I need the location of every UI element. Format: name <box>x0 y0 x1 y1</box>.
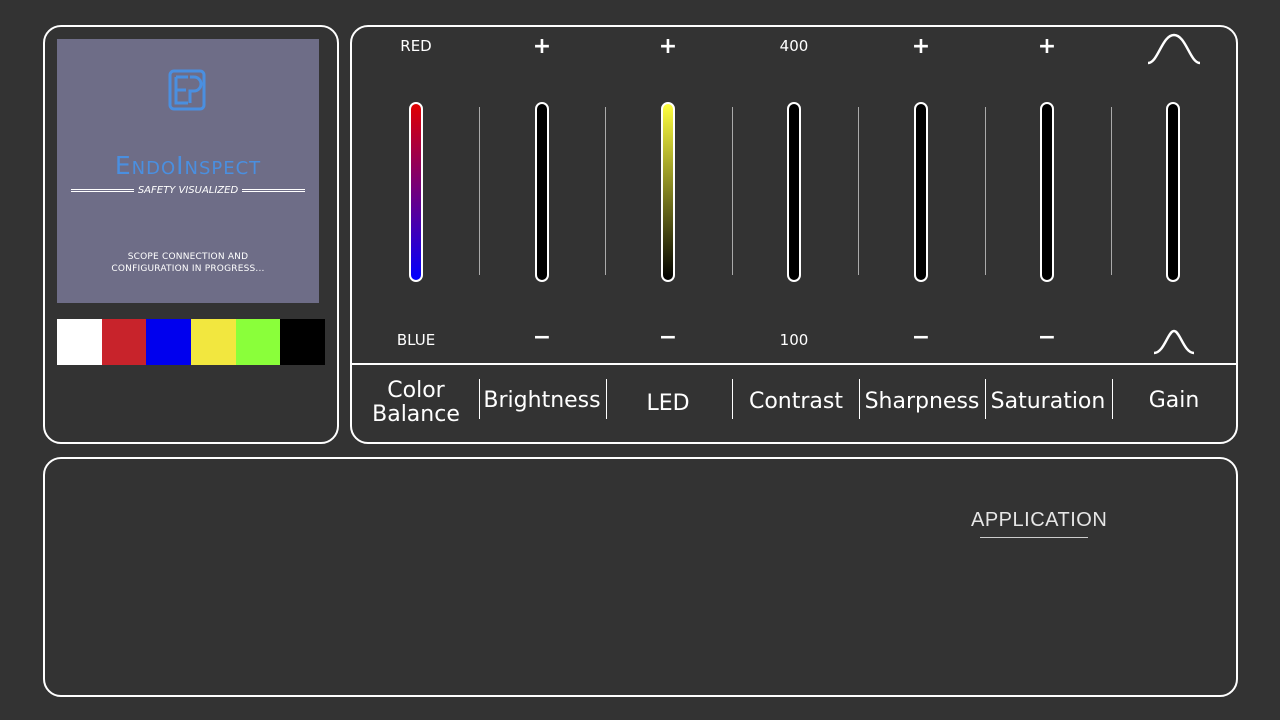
swatch-blue[interactable] <box>146 319 192 365</box>
led-plus-icon[interactable]: + <box>628 36 708 58</box>
saturation-slider[interactable] <box>1040 102 1054 282</box>
tagline-rule-left <box>71 188 134 192</box>
slider-divider <box>985 107 986 275</box>
led-label: LED <box>646 391 690 416</box>
contrast-top-label: 400 <box>779 37 809 55</box>
controls-panel: RED BLUE + − + − 400 100 + − + − Color Ba… <box>350 25 1238 444</box>
color-balance-top-label: RED <box>400 37 432 55</box>
sharpness-slider[interactable] <box>914 102 928 282</box>
controls-divider <box>352 363 1236 365</box>
application-underline <box>980 537 1088 538</box>
contrast-bottom-label: 100 <box>779 331 809 349</box>
brand-name: EndoInspect <box>114 151 262 180</box>
saturation-label: Saturation <box>990 389 1106 414</box>
slider-divider <box>732 107 733 275</box>
slider-divider <box>479 107 480 275</box>
gain-slider[interactable] <box>1166 102 1180 282</box>
status-text-line-1: SCOPE CONNECTION AND <box>127 252 249 262</box>
application-label[interactable]: APPLICATION <box>971 509 1107 532</box>
sharpness-label: Sharpness <box>864 389 980 414</box>
application-panel: APPLICATION <box>43 457 1238 697</box>
contrast-label: Contrast <box>748 389 843 414</box>
saturation-minus-icon[interactable]: − <box>1007 327 1087 349</box>
swatch-red[interactable] <box>101 319 147 365</box>
brightness-slider[interactable] <box>535 102 549 282</box>
sharpness-plus-icon[interactable]: + <box>881 36 961 58</box>
swatch-green[interactable] <box>235 319 281 365</box>
narrow-bell-curve-icon[interactable] <box>1152 327 1196 355</box>
slider-divider <box>1111 107 1112 275</box>
tagline-rule-right <box>242 188 305 192</box>
brightness-label: Brightness <box>483 388 601 413</box>
led-minus-icon[interactable]: − <box>628 327 708 349</box>
tagline-row: SAFETY VISUALIZED <box>71 183 305 197</box>
swatch-black[interactable] <box>280 319 326 365</box>
preview-screen: EndoInspect SAFETY VISUALIZED SCOPE CONN… <box>57 39 319 303</box>
sharpness-minus-icon[interactable]: − <box>881 327 961 349</box>
tagline: SAFETY VISUALIZED <box>137 184 239 196</box>
saturation-plus-icon[interactable]: + <box>1007 36 1087 58</box>
preview-panel: EndoInspect SAFETY VISUALIZED SCOPE CONN… <box>43 25 339 444</box>
brightness-plus-icon[interactable]: + <box>502 36 582 58</box>
contrast-slider[interactable] <box>787 102 801 282</box>
swatch-white[interactable] <box>57 319 102 365</box>
color-balance-label: Color Balance <box>372 378 460 427</box>
brightness-minus-icon[interactable]: − <box>502 327 582 349</box>
slider-divider <box>858 107 859 275</box>
color-balance-slider[interactable] <box>409 102 423 282</box>
endoinspect-logo-icon <box>168 69 206 111</box>
color-balance-bottom-label: BLUE <box>396 331 436 349</box>
wide-bell-curve-icon[interactable] <box>1146 31 1202 65</box>
led-slider[interactable] <box>661 102 675 282</box>
gain-label: Gain <box>1148 388 1200 413</box>
status-text-line-2: CONFIGURATION IN PROGRESS... <box>111 264 265 274</box>
swatch-yellow[interactable] <box>191 319 236 365</box>
slider-divider <box>605 107 606 275</box>
color-swatch-bar <box>57 319 326 365</box>
